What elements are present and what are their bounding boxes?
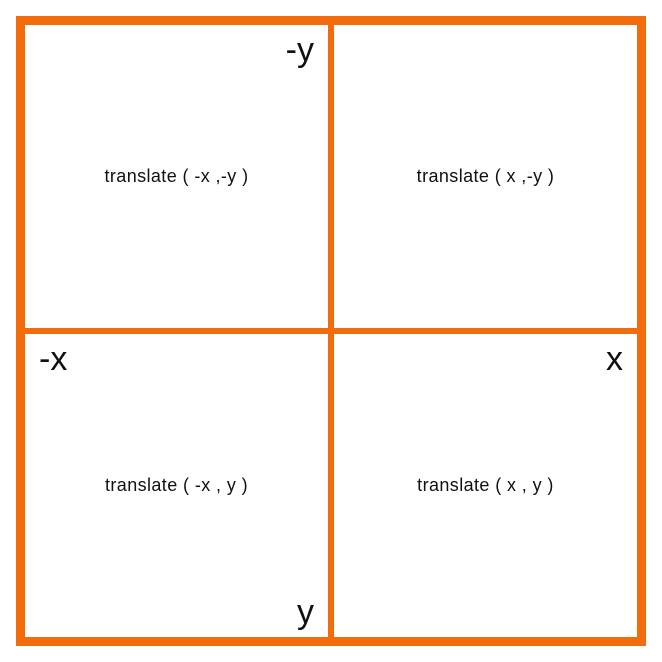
translate-label-top-right: translate ( x ,-y ) (417, 166, 555, 187)
translate-label-bottom-left: translate ( -x , y ) (105, 475, 248, 496)
quadrant-top-left: -y translate ( -x ,-y ) (22, 22, 331, 331)
quadrant-top-right: translate ( x ,-y ) (331, 22, 640, 331)
axis-label-neg-x: -x (39, 342, 67, 376)
axis-label-x: x (606, 342, 623, 376)
translate-label-top-left: translate ( -x ,-y ) (104, 166, 248, 187)
translate-quadrant-grid: -y translate ( -x ,-y ) translate ( x ,-… (16, 16, 646, 646)
axis-label-neg-y: -y (286, 33, 314, 67)
axis-label-y: y (297, 595, 314, 629)
quadrant-bottom-left: -x translate ( -x , y ) y (22, 331, 331, 640)
quadrant-bottom-right: x translate ( x , y ) (331, 331, 640, 640)
translate-label-bottom-right: translate ( x , y ) (417, 475, 554, 496)
